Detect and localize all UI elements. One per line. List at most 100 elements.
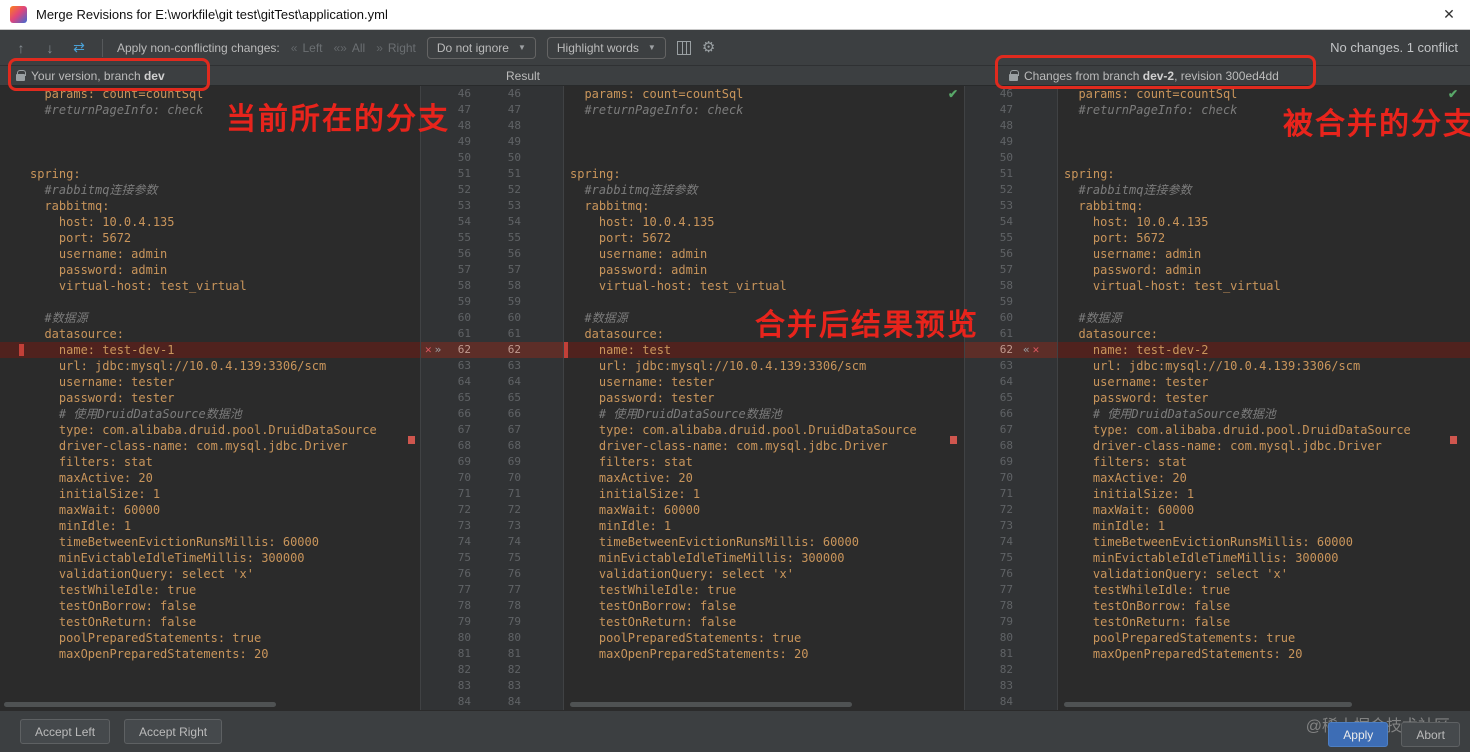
gutter-line-right: 56 — [965, 246, 1057, 262]
line-number: 46 — [999, 87, 1013, 100]
gutter-line-right: 52 — [965, 182, 1057, 198]
result-pane-title: Result — [506, 68, 541, 83]
apply-button[interactable]: Apply — [1328, 722, 1389, 747]
line-number: 69 — [457, 455, 471, 468]
gutter-line-left: 55 55 — [421, 230, 563, 246]
line-number: 80 — [507, 631, 521, 644]
gutter-line-right: 79 — [965, 614, 1057, 630]
code-line: virtual-host: test_virtual — [1064, 279, 1281, 293]
code-line: minEvictableIdleTimeMillis: 300000 — [570, 551, 845, 565]
line-number: 75 — [999, 551, 1013, 564]
accept-left-button[interactable]: Accept Left — [20, 719, 111, 744]
horizontal-scrollbar[interactable] — [4, 702, 276, 707]
code-line: initialSize: 1 — [30, 487, 161, 501]
gutter-line-left: 83 83 — [421, 678, 563, 694]
line-number: 75 — [507, 551, 521, 564]
code-line: type: com.alibaba.druid.pool.DruidDataSo… — [30, 423, 377, 437]
code-line: name: test-dev-1 — [0, 342, 420, 358]
code-line: password: tester — [570, 391, 715, 405]
line-number: 61 — [507, 327, 521, 340]
line-number: 81 — [507, 647, 521, 660]
right-pane-code[interactable]: params: count=countSql #returnPageInfo: … — [1058, 86, 1470, 710]
gutter-line-right: 55 — [965, 230, 1057, 246]
code-line: driver-class-name: com.mysql.jdbc.Driver — [30, 439, 348, 453]
code-line: spring: — [1064, 167, 1115, 181]
line-number: 64 — [999, 375, 1013, 388]
gutter-line-left: 46 46 — [421, 86, 563, 102]
line-number: 54 — [999, 215, 1013, 228]
line-number: 57 — [507, 263, 521, 276]
left-pane-title: Your version, branch dev — [16, 66, 165, 85]
gutter-line-right: 67 — [965, 422, 1057, 438]
code-line: minIdle: 1 — [570, 519, 672, 533]
code-line: testOnReturn: false — [570, 615, 737, 629]
footer: Accept Left Accept Right @稀土掘金技术社区 Apply… — [0, 710, 1470, 752]
line-number: 60 — [507, 311, 521, 324]
chevrons-right-icon: » — [376, 40, 383, 55]
code-line: filters: stat — [1064, 455, 1187, 469]
code-line: url: jdbc:mysql://10.0.4.139:3306/scm — [1064, 359, 1361, 373]
code-line: #rabbitmq连接参数 — [30, 183, 158, 197]
apply-left-button[interactable]: « Left — [291, 41, 323, 55]
line-number: 77 — [457, 583, 471, 596]
line-number: 74 — [507, 535, 521, 548]
code-line: password: admin — [1064, 263, 1202, 277]
gutter-line-left: 69 69 — [421, 454, 563, 470]
apply-all-nonconflicting-icon[interactable]: ⇄ — [70, 39, 88, 56]
apply-right-button[interactable]: » Right — [376, 41, 416, 55]
merge-revisions-dialog: Merge Revisions for E:\workfile\git test… — [0, 0, 1470, 752]
code-line: maxActive: 20 — [1064, 471, 1187, 485]
code-line: host: 10.0.4.135 — [1064, 215, 1209, 229]
code-line: type: com.alibaba.druid.pool.DruidDataSo… — [570, 423, 917, 437]
line-number: 51 — [999, 167, 1013, 180]
highlight-mode-select[interactable]: Highlight words ▼ — [546, 36, 666, 59]
settings-gear-icon[interactable]: ⚙ — [702, 40, 715, 55]
gutter-line-right: 73 — [965, 518, 1057, 534]
result-pane-code[interactable]: params: count=countSql #returnPageInfo: … — [564, 86, 964, 710]
apply-change-right-icon[interactable]: » — [435, 342, 442, 358]
ignore-change-icon[interactable]: ✕ — [425, 342, 432, 358]
apply-change-left-icon[interactable]: « — [1023, 342, 1030, 358]
line-number: 78 — [457, 599, 471, 612]
split-view-icon[interactable] — [676, 40, 691, 55]
line-number: 74 — [457, 535, 471, 548]
line-number: 82 — [457, 663, 471, 676]
line-number: 72 — [999, 503, 1013, 516]
line-number: 76 — [507, 567, 521, 580]
accept-right-button[interactable]: Accept Right — [124, 719, 223, 744]
line-number: 63 — [999, 359, 1013, 372]
code-line: url: jdbc:mysql://10.0.4.139:3306/scm — [30, 359, 327, 373]
ignore-policy-select[interactable]: Do not ignore ▼ — [426, 36, 536, 59]
line-number: 70 — [999, 471, 1013, 484]
close-icon[interactable]: ✕ — [1438, 6, 1460, 23]
left-pane-code[interactable]: params: count=countSql #returnPageInfo: … — [0, 86, 420, 710]
abort-button[interactable]: Abort — [1401, 722, 1460, 747]
code-line: virtual-host: test_virtual — [30, 279, 247, 293]
gutter-line-right: 63 — [965, 358, 1057, 374]
horizontal-scrollbar[interactable] — [570, 702, 852, 707]
code-line: filters: stat — [30, 455, 153, 469]
gutter-line-left: 54 54 — [421, 214, 563, 230]
gutter-line-right: 65 — [965, 390, 1057, 406]
ignore-change-icon[interactable]: ✕ — [1033, 342, 1040, 358]
line-number: 77 — [999, 583, 1013, 596]
previous-change-icon[interactable]: ↑ — [12, 40, 30, 56]
line-number: 73 — [999, 519, 1013, 532]
apply-all-button[interactable]: «» All — [333, 41, 365, 55]
gutter-line-left: 51 51 — [421, 166, 563, 182]
code-line: spring: — [30, 167, 81, 181]
next-change-icon[interactable]: ↓ — [41, 40, 59, 56]
line-number: 54 — [457, 215, 471, 228]
lock-icon — [16, 70, 26, 81]
line-number: 63 — [507, 359, 521, 372]
gutter-line-left: 68 68 — [421, 438, 563, 454]
horizontal-scrollbar[interactable] — [1064, 702, 1352, 707]
line-number: 73 — [457, 519, 471, 532]
line-number: 70 — [457, 471, 471, 484]
line-number: 54 — [507, 215, 521, 228]
